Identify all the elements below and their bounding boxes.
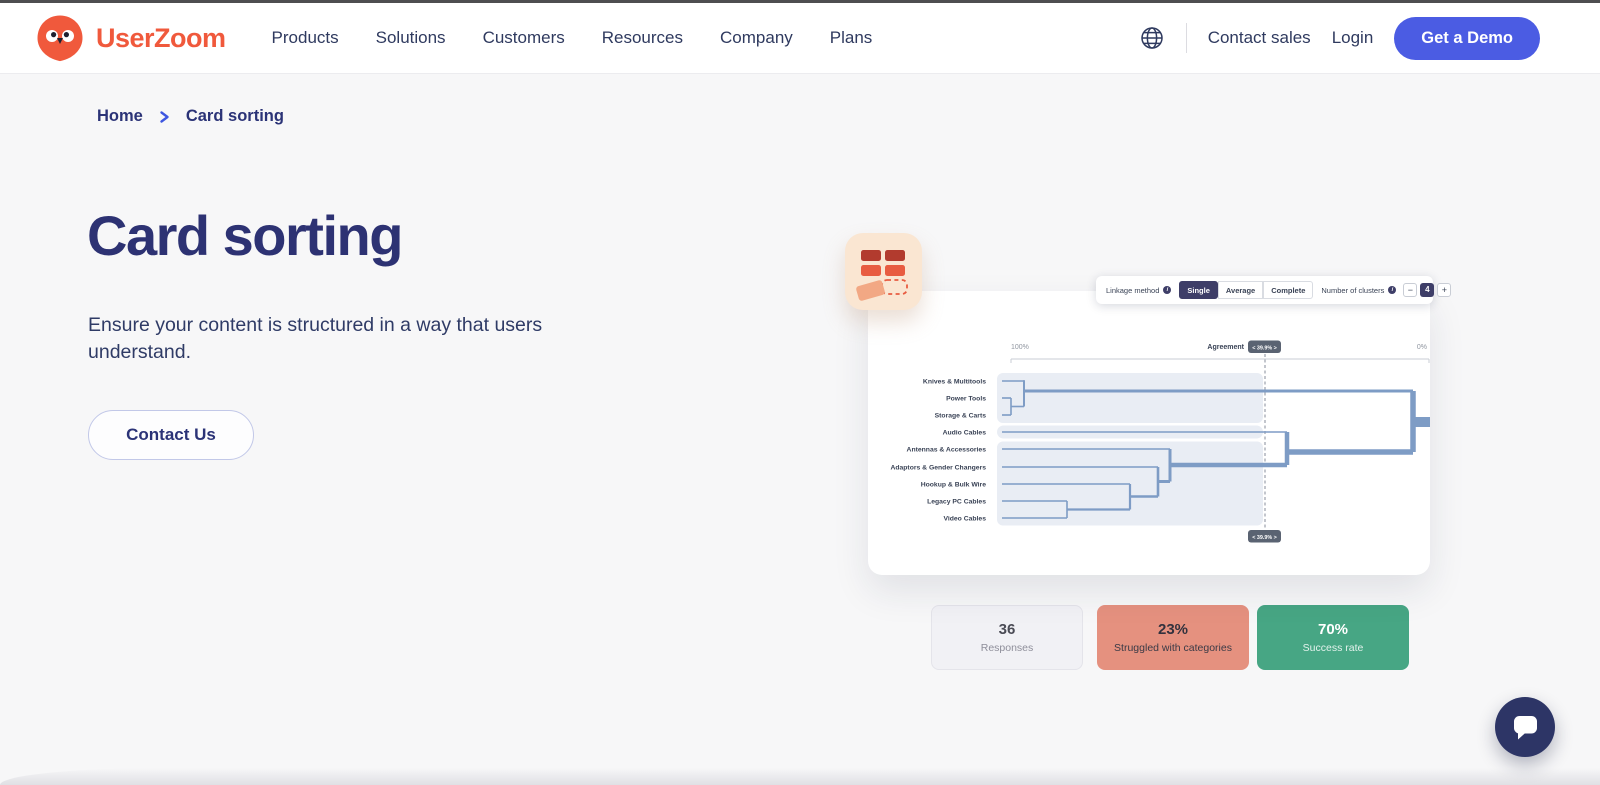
- agreement-label: Agreement: [1207, 344, 1244, 351]
- number-of-clusters-label: Number of clusters: [1321, 286, 1384, 295]
- row-label: Legacy PC Cables: [927, 499, 986, 506]
- struggled-stat-card: 23% Struggled with categories: [1097, 605, 1249, 670]
- card-sorting-glyph: [845, 233, 922, 310]
- linkage-average-button[interactable]: Average: [1218, 281, 1263, 299]
- agreement-badge-top-value: < 39.9% >: [1252, 345, 1277, 351]
- axis-right-label: 0%: [1417, 344, 1427, 351]
- breadcrumb-chevron-icon: [159, 110, 170, 124]
- get-a-demo-button[interactable]: Get a Demo: [1394, 17, 1540, 60]
- struggled-value: 23%: [1158, 621, 1188, 638]
- chart-toolbar: Linkage method i Single Average Complete…: [1096, 276, 1433, 304]
- clusters-value: 4: [1420, 283, 1434, 297]
- nav-solutions[interactable]: Solutions: [376, 28, 446, 48]
- responses-value: 36: [999, 621, 1016, 638]
- linkage-complete-button[interactable]: Complete: [1263, 281, 1313, 299]
- page-title: Card sorting: [87, 203, 402, 268]
- axis-left-label: 100%: [1011, 344, 1029, 351]
- header-divider: [1186, 23, 1187, 53]
- row-label: Hookup & Bulk Wire: [921, 482, 986, 489]
- breadcrumb-current: Card sorting: [186, 107, 284, 126]
- login-link[interactable]: Login: [1332, 28, 1374, 48]
- contact-us-button[interactable]: Contact Us: [88, 410, 254, 460]
- info-icon[interactable]: i: [1163, 286, 1171, 294]
- info-icon[interactable]: i: [1388, 286, 1396, 294]
- nav-products[interactable]: Products: [272, 28, 339, 48]
- site-header: UserZoom Products Solutions Customers Re…: [0, 3, 1600, 74]
- userzoom-logo[interactable]: UserZoom: [36, 14, 226, 62]
- nav-company[interactable]: Company: [720, 28, 793, 48]
- breadcrumb-home[interactable]: Home: [97, 107, 143, 126]
- nav-plans[interactable]: Plans: [830, 28, 873, 48]
- clusters-stepper: − 4 +: [1403, 283, 1451, 297]
- next-section-edge: [0, 768, 1600, 785]
- clusters-increment-button[interactable]: +: [1437, 283, 1451, 297]
- success-rate-label: Success rate: [1303, 642, 1364, 654]
- nav-resources[interactable]: Resources: [602, 28, 683, 48]
- responses-stat-card: 36 Responses: [931, 605, 1083, 670]
- main-nav: Products Solutions Customers Resources C…: [272, 28, 873, 48]
- contact-sales-link[interactable]: Contact sales: [1208, 28, 1311, 48]
- linkage-method-label: Linkage method: [1106, 286, 1159, 295]
- nav-customers[interactable]: Customers: [483, 28, 565, 48]
- card-sorting-icon: [845, 233, 922, 310]
- dendrogram-chart: 100% 0% Agreement Knives & Multitools Po…: [868, 291, 1430, 575]
- success-rate-stat-card: 70% Success rate: [1257, 605, 1409, 670]
- row-label: Adaptors & Gender Changers: [890, 465, 986, 472]
- chat-bubble-icon: [1508, 710, 1542, 744]
- clusters-decrement-button[interactable]: −: [1403, 283, 1417, 297]
- row-label: Power Tools: [946, 396, 986, 403]
- row-label: Video Cables: [943, 516, 986, 523]
- owl-logo-icon: [36, 14, 84, 62]
- logo-wordmark: UserZoom: [96, 23, 226, 54]
- struggled-label: Struggled with categories: [1114, 642, 1232, 654]
- row-label: Storage & Carts: [935, 413, 987, 420]
- window-top-edge: [0, 0, 1600, 3]
- language-globe-icon[interactable]: [1139, 25, 1165, 51]
- linkage-single-button[interactable]: Single: [1179, 281, 1218, 299]
- responses-label: Responses: [981, 642, 1034, 654]
- success-rate-value: 70%: [1318, 621, 1348, 638]
- breadcrumb: Home Card sorting: [97, 107, 284, 126]
- row-label: Audio Cables: [943, 430, 987, 437]
- chat-launcher-button[interactable]: [1495, 697, 1555, 757]
- row-label: Antennas & Accessories: [907, 447, 987, 454]
- header-actions: Contact sales Login Get a Demo: [1139, 17, 1540, 60]
- hero-description: Ensure your content is structured in a w…: [88, 312, 558, 366]
- linkage-segmented-control: Single Average Complete: [1179, 281, 1313, 299]
- agreement-badge-bottom-value: < 39.9% >: [1252, 535, 1277, 541]
- dendrogram-card: 100% 0% Agreement Knives & Multitools Po…: [868, 291, 1430, 575]
- row-label: Knives & Multitools: [923, 379, 986, 386]
